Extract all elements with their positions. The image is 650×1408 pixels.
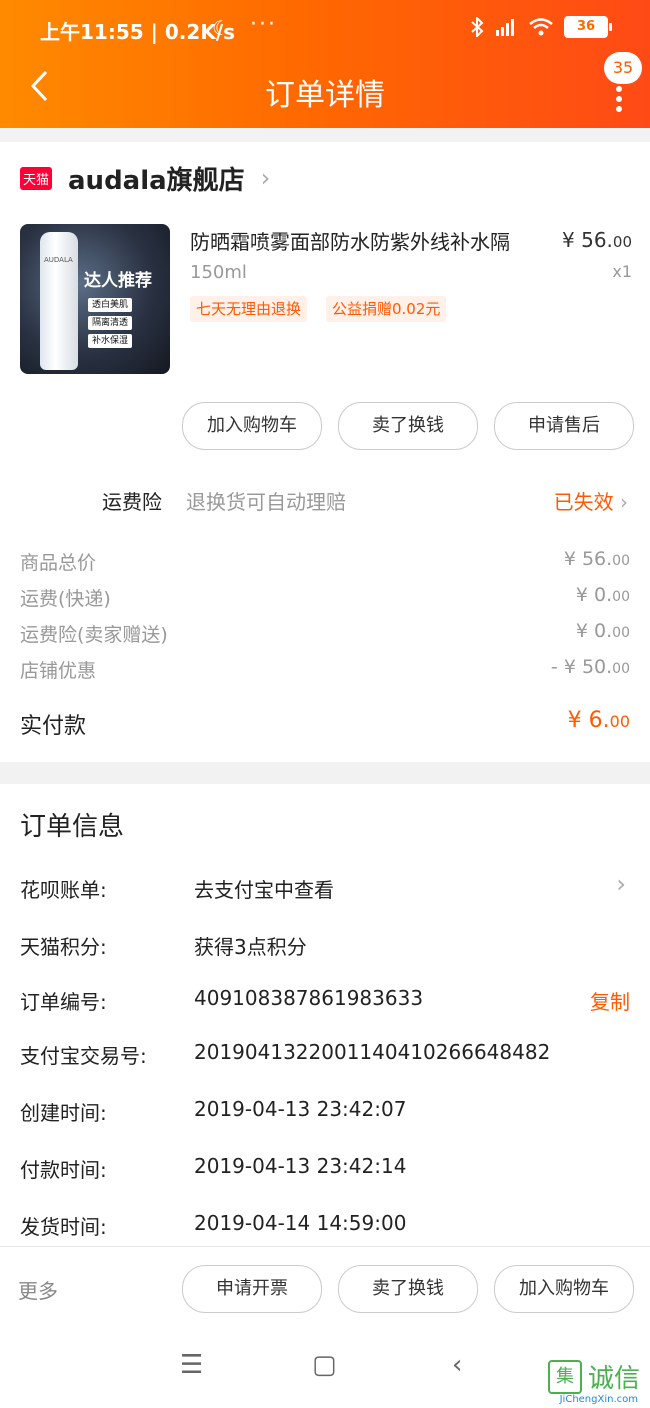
fee-label: 商品总价	[20, 552, 97, 574]
product-image-line: 透白美肌	[88, 298, 133, 312]
back-icon[interactable]: ‹	[452, 1350, 462, 1380]
moon-icon: ☾	[212, 16, 230, 40]
watermark-text: 诚信	[587, 1364, 640, 1394]
tmall-badge: 天猫	[20, 166, 53, 190]
fee-value-main: ¥ 0.	[575, 620, 613, 642]
paid-value-main: ¥ 6.	[567, 708, 610, 733]
fee-value-main: ¥ 0.	[575, 584, 613, 606]
fee-value: - ¥ 50.00	[551, 656, 630, 678]
message-badge[interactable]: 35	[604, 52, 642, 84]
info-value: 2019-04-14 14:59:00	[194, 1211, 407, 1235]
info-label: 订单编号:	[20, 990, 107, 1014]
return-policy-tag: 七天无理由退换	[190, 296, 308, 322]
order-product-card: 天猫 audala旗舰店 › AUDALA 达人推荐 透白美肌 隔离清透 补水保…	[0, 142, 650, 762]
paid-value: ¥ 6.00	[568, 708, 630, 733]
add-to-cart-button[interactable]: 加入购物车	[494, 1265, 634, 1313]
bottom-action-bar: 更多 申请开票 卖了换钱 加入购物车	[0, 1246, 650, 1331]
copy-button[interactable]: 复制	[590, 986, 630, 1015]
sell-button[interactable]: 卖了换钱	[338, 1265, 478, 1313]
insurance-label: 运费险	[102, 490, 162, 514]
page-title: 订单详情	[265, 78, 385, 113]
shop-name[interactable]: audala旗舰店	[68, 160, 245, 197]
more-notifications-icon: ···	[250, 12, 277, 37]
add-to-cart-button[interactable]: 加入购物车	[182, 402, 322, 450]
info-value: 2019041322001140410266648482	[194, 1040, 551, 1064]
order-info-card: 订单信息 花呗账单: 去支付宝中查看 › 天猫积分: 获得3点积分 订单编号: …	[0, 784, 650, 1246]
insurance-desc: 退换货可自动理赔	[186, 490, 346, 514]
status-bar: 上午11:55 | 0.2K/s ☾ ··· 36	[0, 0, 650, 60]
info-label: 创建时间:	[20, 1101, 107, 1125]
fee-value-decimal: 00	[612, 625, 630, 641]
product-image[interactable]: AUDALA 达人推荐 透白美肌 隔离清透 补水保湿	[20, 224, 170, 374]
shop-row[interactable]: 天猫 audala旗舰店 ›	[20, 160, 270, 196]
invoice-button[interactable]: 申请开票	[182, 1265, 322, 1313]
sell-button[interactable]: 卖了换钱	[338, 402, 478, 450]
info-label: 支付宝交易号:	[20, 1044, 147, 1068]
menu-icon[interactable]: ☰	[180, 1350, 203, 1380]
fee-value: ¥ 0.00	[576, 584, 630, 606]
fee-label: 店铺优惠	[20, 660, 97, 682]
fee-value: ¥ 0.00	[576, 620, 630, 642]
chevron-right-icon: ›	[620, 490, 628, 514]
info-value: 获得3点积分	[194, 935, 307, 959]
fee-value-main: ¥ 56.	[563, 548, 613, 570]
watermark-logo: 集	[547, 1359, 582, 1394]
product-price-decimal: 00	[612, 233, 632, 251]
status-right: 36	[470, 16, 612, 38]
home-icon[interactable]: ▢	[312, 1350, 337, 1380]
wifi-icon	[529, 18, 553, 36]
fee-label: 运费(快递)	[20, 588, 111, 610]
info-label: 天猫积分:	[20, 935, 107, 959]
product-price-main: ¥ 56.	[562, 228, 613, 252]
watermark-sub: JiChengXin.com	[559, 1394, 638, 1405]
insurance-status[interactable]: 已失效 ›	[554, 486, 628, 515]
charity-tag: 公益捐赠0.02元	[326, 296, 447, 322]
more-button[interactable]: 更多	[18, 1275, 58, 1304]
fee-value-decimal: 00	[612, 661, 630, 677]
more-menu-button[interactable]	[616, 82, 624, 116]
signal-icon	[496, 19, 514, 36]
info-value: 2019-04-13 23:42:07	[194, 1097, 407, 1121]
product-image-line: 隔离清透	[88, 316, 133, 330]
info-value: 2019-04-13 23:42:14	[194, 1154, 407, 1178]
product-price: ¥ 56.00	[562, 228, 632, 252]
chevron-right-icon[interactable]: ›	[616, 870, 626, 898]
info-label: 付款时间:	[20, 1158, 107, 1182]
fee-value-decimal: 00	[612, 589, 630, 605]
paid-value-decimal: 00	[609, 712, 630, 731]
fee-value-main: - ¥ 50.	[550, 656, 613, 678]
bluetooth-icon	[471, 17, 484, 37]
watermark: 集 诚信	[547, 1358, 640, 1395]
fee-label: 运费险(卖家赠送)	[20, 624, 168, 646]
order-number: 409108387861983633	[194, 986, 424, 1010]
product-bottle: AUDALA	[40, 232, 78, 370]
fee-value-decimal: 00	[612, 553, 630, 569]
info-label: 发货时间:	[20, 1215, 107, 1239]
huabei-link[interactable]: 去支付宝中查看	[194, 874, 334, 903]
status-time: 上午11:55 | 0.2K/s	[40, 20, 236, 44]
battery-icon: 36	[564, 16, 612, 38]
info-label: 花呗账单:	[20, 878, 107, 902]
fee-value: ¥ 56.00	[564, 548, 630, 570]
header: 上午11:55 | 0.2K/s ☾ ··· 36 订单详情 35	[0, 0, 650, 128]
product-quantity: x1	[612, 262, 632, 281]
insurance-status-text: 已失效	[553, 490, 614, 514]
chevron-right-icon: ›	[260, 164, 271, 192]
product-image-line: 补水保湿	[88, 334, 133, 348]
paid-label: 实付款	[20, 714, 87, 739]
product-title[interactable]: 防晒霜喷雾面部防水防紫外线补水隔	[190, 226, 550, 255]
product-image-brand: AUDALA	[44, 256, 73, 264]
section-title: 订单信息	[20, 812, 125, 842]
product-image-title: 达人推荐	[84, 271, 152, 291]
product-spec: 150ml	[190, 262, 247, 283]
after-sale-button[interactable]: 申请售后	[494, 402, 634, 450]
